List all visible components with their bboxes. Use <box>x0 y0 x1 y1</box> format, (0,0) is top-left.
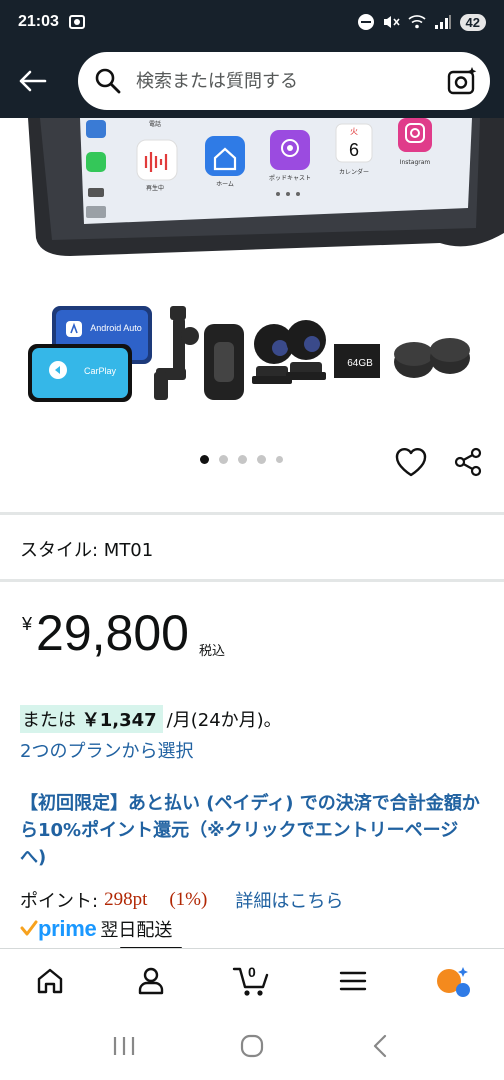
carousel-dot[interactable] <box>276 456 283 463</box>
android-auto-label: Android Auto <box>90 323 142 333</box>
paidy-promo-link[interactable]: 【初回限定】あと払い (ペイディ) での決済で合計金額から10%ポイント還元（※… <box>20 790 484 871</box>
app-label-podcasts: ポッドキャスト <box>269 174 311 182</box>
nav-rufus[interactable] <box>429 956 479 1006</box>
person-icon <box>138 967 164 994</box>
back-chevron-icon <box>373 1034 387 1058</box>
app-label-home: ホーム <box>216 181 234 188</box>
product-photo: 火 6 再生中 ホーム ポッドキャスト カレンダー Instagram 電話 A… <box>28 118 504 402</box>
back-button[interactable] <box>14 63 50 99</box>
search-box[interactable] <box>78 52 490 110</box>
system-navigation <box>0 1012 504 1080</box>
mute-icon <box>383 16 400 28</box>
recent-apps-button[interactable] <box>104 1026 144 1066</box>
prime-check-icon <box>20 920 38 936</box>
screen-record-icon <box>68 15 85 29</box>
back-arrow-icon <box>19 70 47 92</box>
camera-search-icon[interactable] <box>446 65 478 97</box>
tax-note: 税込 <box>198 644 225 659</box>
nav-account[interactable] <box>126 956 176 1006</box>
menu-icon <box>339 971 366 990</box>
installment-suffix: /月(24か月)。 <box>166 710 282 731</box>
divider <box>0 579 504 582</box>
app-label-instagram: Instagram <box>400 159 431 166</box>
prime-logo-text: prime <box>38 916 97 941</box>
plan-select-link[interactable]: 2つのプランから選択 <box>20 737 193 763</box>
messages-app-icon <box>86 152 106 172</box>
price: ¥ 29,800 税込 <box>22 608 225 659</box>
carousel-dot[interactable] <box>238 455 247 464</box>
nav-menu[interactable] <box>328 956 378 1006</box>
control-knobs <box>394 338 470 378</box>
wishlist-heart-icon[interactable] <box>394 446 428 478</box>
points-value: 298pt <box>104 889 148 910</box>
rufus-assistant-icon <box>436 966 470 997</box>
carousel-dot[interactable] <box>219 455 228 464</box>
delivery-text: 翌日配送 <box>100 920 173 941</box>
installment-prefix: または <box>22 710 82 731</box>
calendar-weekday: 火 <box>350 127 358 136</box>
points-label: ポイント: <box>20 891 99 912</box>
do-not-disturb-icon <box>357 14 374 30</box>
status-bar: 21:03 42 <box>0 0 504 44</box>
sd-card: 64GB <box>334 344 380 378</box>
search-icon <box>95 68 121 94</box>
search-input[interactable] <box>136 70 446 92</box>
status-icons: 42 <box>357 13 486 31</box>
image-carousel-dots[interactable] <box>200 455 283 464</box>
nav-home[interactable] <box>25 956 75 1006</box>
wifi-icon <box>407 15 426 29</box>
battery-badge: 42 <box>459 13 486 31</box>
carplay-label: CarPlay <box>84 366 117 376</box>
home-system-button[interactable] <box>232 1026 272 1066</box>
mount-arm <box>154 306 199 400</box>
back-system-button[interactable] <box>360 1026 400 1066</box>
style-selector[interactable]: スタイル: MT01 <box>20 536 153 562</box>
home-icon <box>38 968 63 993</box>
points-percent: (1%) <box>169 889 208 910</box>
points-details-link[interactable]: 詳細はこちら <box>235 887 343 913</box>
app-label-playing: 再生中 <box>146 184 164 192</box>
prime-delivery: prime 翌日配送 <box>20 916 172 942</box>
grid-app-icon <box>86 206 106 218</box>
points-row: ポイント: 298pt (1%) 詳細はこちら <box>20 887 343 913</box>
signal-icon <box>434 15 451 29</box>
share-icon[interactable] <box>452 446 484 478</box>
carousel-dot[interactable] <box>200 455 209 464</box>
battery-app-icon <box>88 188 104 197</box>
price-symbol: ¥ <box>22 614 33 634</box>
maps-app-icon <box>86 120 106 138</box>
cart-count: 0 <box>247 963 256 980</box>
handlebar-clamp <box>204 324 244 400</box>
camera-right <box>286 320 326 380</box>
nav-cart[interactable]: 0 <box>227 956 277 1006</box>
status-time: 21:03 <box>18 13 59 30</box>
home-circle-icon <box>240 1034 264 1058</box>
calendar-day: 6 <box>349 140 359 160</box>
divider <box>0 512 504 515</box>
recent-apps-icon <box>113 1037 135 1055</box>
installment-highlight: または ￥1,347 <box>20 705 163 733</box>
product-image[interactable]: 火 6 再生中 ホーム ポッドキャスト カレンダー Instagram 電話 A… <box>0 118 504 418</box>
installment-offer: または ￥1,347 /月(24か月)。 <box>20 705 282 733</box>
price-amount: 29,800 <box>36 605 189 661</box>
installment-amount: ￥1,347 <box>81 710 157 731</box>
app-label-calendar: カレンダー <box>339 168 369 176</box>
bottom-navigation: 0 <box>0 948 504 1012</box>
app-label-phone: 電話 <box>149 120 161 128</box>
search-header <box>0 44 504 118</box>
carousel-dot[interactable] <box>257 455 266 464</box>
sd-card-label: 64GB <box>347 358 373 369</box>
